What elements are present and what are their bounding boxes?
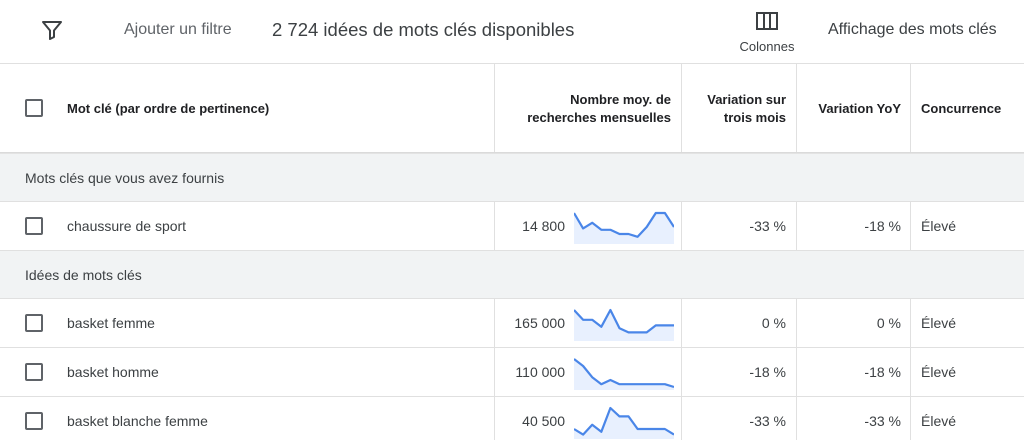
column-divider <box>796 397 797 440</box>
column-divider <box>796 348 797 396</box>
table-row[interactable]: basket homme 110 000 -18 % -18 % Élevé <box>0 348 1024 397</box>
three-month-change-value: -18 % <box>749 364 786 380</box>
table-row[interactable]: basket blanche femme 40 500 -33 % -33 % … <box>0 397 1024 440</box>
header-yoy-change[interactable]: Variation YoY <box>818 100 901 118</box>
keyword-text: basket blanche femme <box>67 413 208 429</box>
table-row[interactable]: basket femme 165 000 0 % 0 % Élevé <box>0 299 1024 348</box>
avg-searches-value: 40 500 <box>522 413 565 429</box>
column-divider <box>494 64 495 152</box>
column-divider <box>494 202 495 250</box>
avg-searches-value: 110 000 <box>515 364 565 380</box>
column-divider <box>681 397 682 440</box>
keyword-ideas-count: 2 724 idées de mots clés disponibles <box>272 19 575 40</box>
trend-sparkline <box>574 211 674 244</box>
table-header: Mot clé (par ordre de pertinence) Nombre… <box>0 64 1024 152</box>
row-checkbox[interactable] <box>25 363 43 381</box>
columns-button[interactable]: Colonnes <box>732 8 802 58</box>
table-row[interactable]: chaussure de sport 14 800 -33 % -18 % Él… <box>0 202 1024 251</box>
row-checkbox[interactable] <box>25 314 43 332</box>
keyword-text: basket homme <box>67 364 159 380</box>
three-month-change-value: -33 % <box>749 218 786 234</box>
section-label: Idées de mots clés <box>25 267 142 283</box>
column-divider <box>494 348 495 396</box>
keyword-view-button[interactable]: Affichage des mots clés <box>828 21 997 39</box>
keyword-text: chaussure de sport <box>67 218 187 234</box>
column-divider <box>796 202 797 250</box>
header-avg-searches[interactable]: Nombre moy. de recherches mensuelles <box>527 91 671 127</box>
keyword-text: basket femme <box>67 315 155 331</box>
columns-label: Colonnes <box>739 39 795 54</box>
column-divider <box>681 64 682 152</box>
filter-icon[interactable] <box>40 18 64 42</box>
add-filter-button[interactable]: Ajouter un filtre <box>124 21 232 39</box>
trend-sparkline <box>574 308 674 341</box>
column-divider <box>796 64 797 152</box>
yoy-change-value: -18 % <box>864 364 901 380</box>
column-divider <box>681 348 682 396</box>
column-divider <box>910 348 911 396</box>
header-competition[interactable]: Concurrence <box>921 100 1001 118</box>
three-month-change-value: -33 % <box>749 413 786 429</box>
header-three-month-change[interactable]: Variation sur trois mois <box>707 91 786 127</box>
column-divider <box>494 397 495 440</box>
select-all-checkbox[interactable] <box>25 99 43 117</box>
column-divider <box>910 64 911 152</box>
trend-sparkline <box>574 358 674 390</box>
column-divider <box>910 397 911 440</box>
trend-sparkline <box>574 406 674 439</box>
column-divider <box>910 202 911 250</box>
sparkline-area <box>574 213 674 244</box>
yoy-change-value: -18 % <box>864 218 901 234</box>
row-checkbox[interactable] <box>25 412 43 430</box>
yoy-change-value: -33 % <box>864 413 901 429</box>
sparkline-area <box>574 408 674 439</box>
competition-value: Élevé <box>921 364 957 380</box>
toolbar: Ajouter un filtre 2 724 idées de mots cl… <box>0 0 1024 62</box>
competition-value: Élevé <box>921 413 957 429</box>
column-divider <box>494 299 495 347</box>
section-label: Mots clés que vous avez fournis <box>25 170 225 186</box>
column-divider <box>796 299 797 347</box>
avg-searches-value: 14 800 <box>522 218 565 234</box>
competition-value: Élevé <box>921 315 957 331</box>
column-divider <box>681 299 682 347</box>
row-checkbox[interactable] <box>25 217 43 235</box>
yoy-change-value: 0 % <box>876 315 901 331</box>
section-provided-keywords: Mots clés que vous avez fournis <box>0 154 1024 202</box>
section-keyword-ideas: Idées de mots clés <box>0 251 1024 299</box>
three-month-change-value: 0 % <box>761 315 786 331</box>
column-divider <box>910 299 911 347</box>
header-keyword[interactable]: Mot clé (par ordre de pertinence) <box>67 100 269 118</box>
competition-value: Élevé <box>921 218 957 234</box>
avg-searches-value: 165 000 <box>514 315 565 331</box>
column-divider <box>681 202 682 250</box>
columns-icon <box>756 12 778 30</box>
